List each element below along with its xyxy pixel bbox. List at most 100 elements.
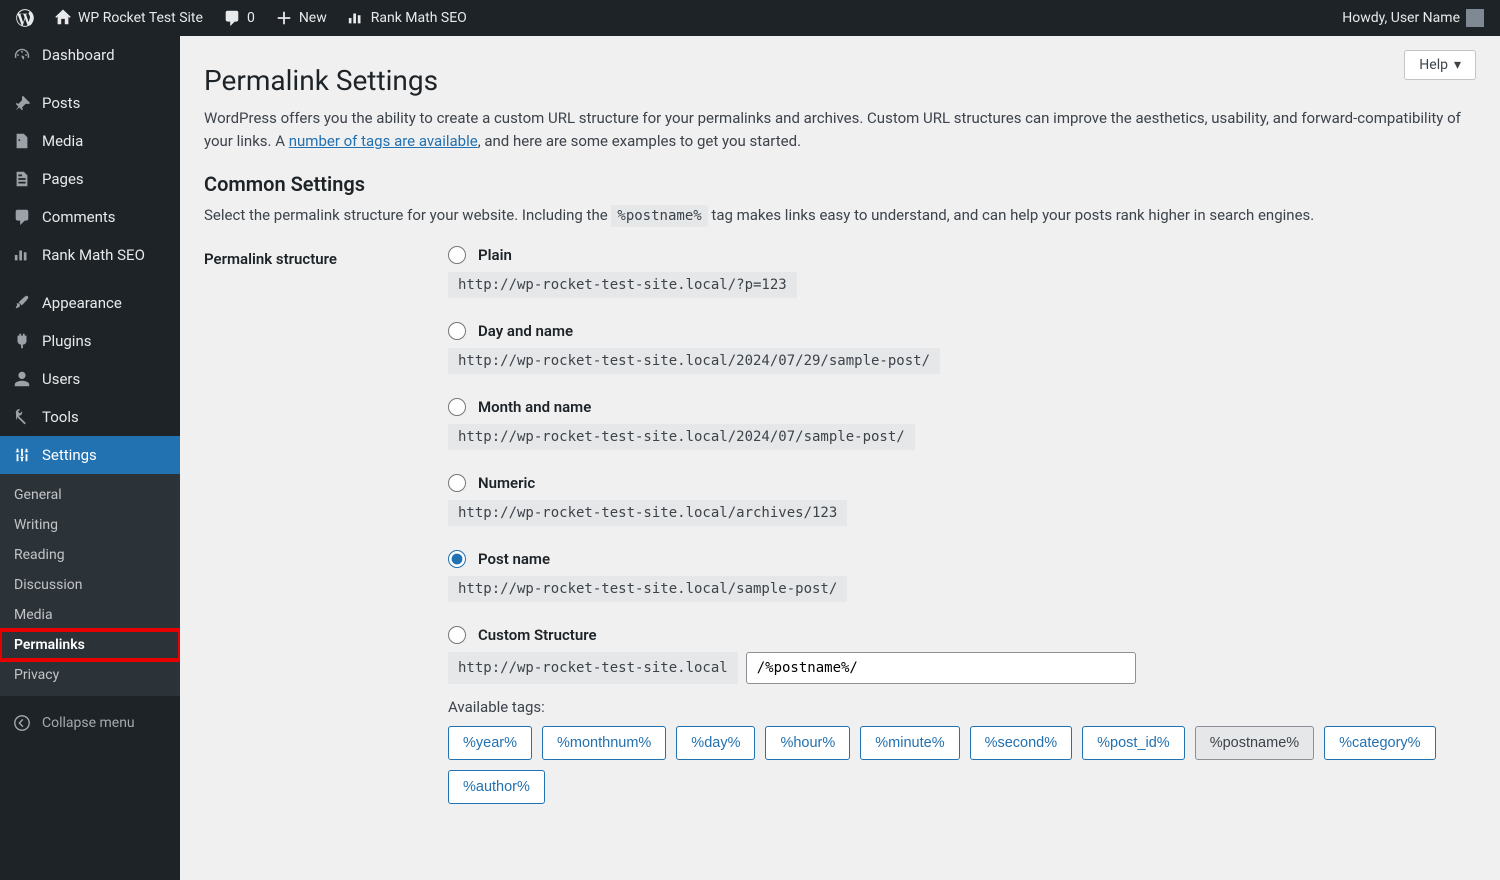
common-settings-heading: Common Settings [204,172,1476,196]
menu-rank-math[interactable]: Rank Math SEO [0,236,180,274]
wordpress-logo[interactable] [6,0,44,36]
menu-plugins[interactable]: Plugins [0,322,180,360]
home-icon [54,9,72,27]
radio-post-name[interactable] [448,550,466,568]
example-post-name: http://wp-rocket-test-site.local/sample-… [448,576,847,602]
menu-label: Comments [42,208,116,226]
new-label: New [299,10,327,26]
media-icon [12,132,32,150]
tag-day[interactable]: %day% [676,726,755,760]
menu-comments[interactable]: Comments [0,198,180,236]
chart-icon [347,9,365,27]
user-icon [12,370,32,388]
tag-category[interactable]: %category% [1324,726,1435,760]
page-title: Permalink Settings [204,50,1476,107]
menu-settings[interactable]: Settings [0,436,180,474]
new-content-link[interactable]: New [265,0,337,36]
site-name: WP Rocket Test Site [78,10,203,26]
tag-monthnum[interactable]: %monthnum% [542,726,666,760]
comments-count: 0 [247,10,255,26]
brush-icon [12,294,32,312]
comment-icon [12,208,32,226]
page-icon [12,170,32,188]
example-plain: http://wp-rocket-test-site.local/?p=123 [448,272,797,298]
submenu-writing[interactable]: Writing [0,510,180,540]
radio-numeric[interactable] [448,474,466,492]
radio-month-name[interactable] [448,398,466,416]
tag-second[interactable]: %second% [970,726,1073,760]
menu-label: Media [42,132,83,150]
collapse-label: Collapse menu [42,715,135,731]
radio-post-name-label[interactable]: Post name [478,550,550,568]
menu-dashboard[interactable]: Dashboard [0,36,180,74]
tag-hour[interactable]: %hour% [765,726,850,760]
common-settings-description: Select the permalink structure for your … [204,206,1476,224]
menu-label: Appearance [42,294,122,312]
radio-month-name-label[interactable]: Month and name [478,398,591,416]
collapse-menu[interactable]: Collapse menu [0,704,180,742]
radio-plain[interactable] [448,246,466,264]
plugin-icon [12,332,32,350]
rank-math-label: Rank Math SEO [371,10,467,26]
chevron-down-icon: ▾ [1454,57,1461,73]
radio-custom[interactable] [448,626,466,644]
plus-icon [275,9,293,27]
help-label: Help [1419,57,1448,73]
admin-bar: WP Rocket Test Site 0 New Rank Math SEO … [0,0,1500,36]
menu-label: Plugins [42,332,91,350]
tags-available-link[interactable]: number of tags are available [289,132,478,150]
admin-sidebar: Dashboard Posts Media Pages Comments Ran… [0,36,180,880]
submenu-privacy[interactable]: Privacy [0,660,180,690]
main-content: Help ▾ Permalink Settings WordPress offer… [180,36,1500,868]
submenu-permalinks[interactable]: Permalinks [0,630,180,660]
menu-media[interactable]: Media [0,122,180,160]
my-account[interactable]: Howdy, User Name [1332,0,1494,36]
dashboard-icon [12,46,32,64]
menu-label: Dashboard [42,46,115,64]
wordpress-icon [16,9,34,27]
available-tags: %year% %monthnum% %day% %hour% %minute% … [448,726,1476,804]
menu-appearance[interactable]: Appearance [0,284,180,322]
rank-math-link[interactable]: Rank Math SEO [337,0,477,36]
postname-code: %postname% [611,205,707,227]
example-numeric: http://wp-rocket-test-site.local/archive… [448,500,847,526]
radio-custom-label[interactable]: Custom Structure [478,626,597,644]
menu-pages[interactable]: Pages [0,160,180,198]
page-description: WordPress offers you the ability to crea… [204,107,1476,154]
menu-label: Pages [42,170,84,188]
menu-tools[interactable]: Tools [0,398,180,436]
settings-submenu: General Writing Reading Discussion Media… [0,474,180,696]
comments-link[interactable]: 0 [213,0,265,36]
chart-icon [12,246,32,264]
tag-year[interactable]: %year% [448,726,532,760]
example-day-name: http://wp-rocket-test-site.local/2024/07… [448,348,940,374]
site-home-link[interactable]: WP Rocket Test Site [44,0,213,36]
menu-label: Settings [42,446,97,464]
example-month-name: http://wp-rocket-test-site.local/2024/07… [448,424,915,450]
tag-postname[interactable]: %postname% [1195,726,1314,760]
radio-day-name[interactable] [448,322,466,340]
radio-day-name-label[interactable]: Day and name [478,322,573,340]
tag-post-id[interactable]: %post_id% [1082,726,1185,760]
menu-label: Users [42,370,80,388]
avatar-icon [1466,9,1484,27]
tag-minute[interactable]: %minute% [860,726,959,760]
menu-posts[interactable]: Posts [0,84,180,122]
menu-label: Tools [42,408,79,426]
submenu-reading[interactable]: Reading [0,540,180,570]
custom-structure-input[interactable] [746,652,1136,684]
menu-label: Posts [42,94,80,112]
menu-users[interactable]: Users [0,360,180,398]
available-tags-label: Available tags: [448,698,1476,716]
radio-plain-label[interactable]: Plain [478,246,512,264]
submenu-general[interactable]: General [0,480,180,510]
howdy-text: Howdy, User Name [1342,10,1460,26]
sliders-icon [12,446,32,464]
custom-base-url: http://wp-rocket-test-site.local [448,652,738,684]
tag-author[interactable]: %author% [448,770,545,804]
wrench-icon [12,408,32,426]
radio-numeric-label[interactable]: Numeric [478,474,535,492]
submenu-discussion[interactable]: Discussion [0,570,180,600]
submenu-media[interactable]: Media [0,600,180,630]
help-tab[interactable]: Help ▾ [1404,50,1476,80]
